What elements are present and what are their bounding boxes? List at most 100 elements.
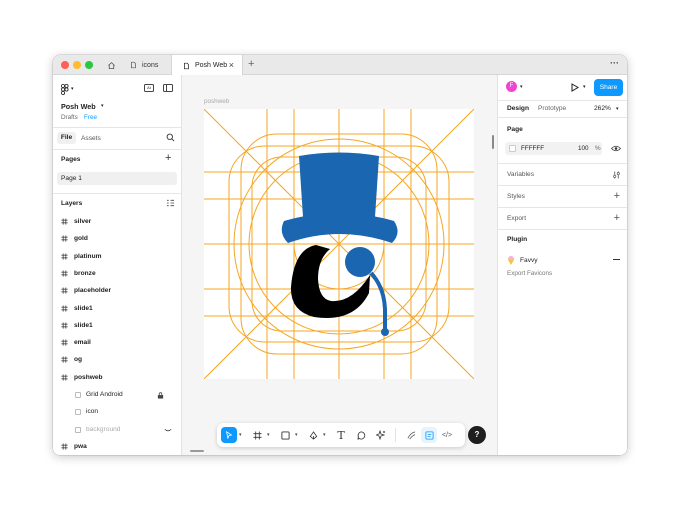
eye-icon[interactable]	[611, 145, 621, 152]
share-button[interactable]: Share	[594, 79, 623, 96]
shape-tool-button[interactable]	[277, 427, 293, 443]
page-section-title: Page	[507, 126, 523, 133]
plugin-name[interactable]: Favvy	[520, 257, 538, 264]
toggle-sidebar-icon[interactable]	[163, 84, 173, 92]
drafts-label[interactable]: Drafts	[61, 114, 78, 121]
tab-assets[interactable]: Assets	[81, 135, 101, 142]
tab-icons[interactable]: icons	[119, 55, 171, 75]
remove-plugin-button[interactable]	[613, 259, 620, 261]
comment-tool-button[interactable]	[353, 427, 369, 443]
title-bar: icons Posh Web × + ···	[53, 55, 627, 76]
lock-icon[interactable]	[157, 392, 164, 399]
chevron-down-icon[interactable]: ▾	[267, 432, 270, 438]
dev-mode-button[interactable]: </>	[439, 427, 455, 443]
draw-mode-button[interactable]	[403, 427, 419, 443]
layer-row[interactable]: placeholder	[53, 283, 182, 300]
layers-title: Layers	[61, 200, 83, 207]
layer-row[interactable]: poshweb	[53, 370, 182, 387]
layer-row[interactable]: slide1	[53, 318, 182, 335]
layer-row[interactable]: bronze	[53, 266, 182, 283]
styles-label[interactable]: Styles	[507, 193, 525, 200]
toolbar-divider	[395, 428, 396, 442]
pen-tool-button[interactable]	[305, 427, 321, 443]
maximize-window-button[interactable]	[85, 61, 93, 69]
frame-hash-icon	[61, 287, 68, 294]
layer-row[interactable]: icon	[53, 404, 182, 421]
layer-label: og	[74, 356, 83, 364]
help-button[interactable]: ?	[468, 426, 486, 444]
chevron-down-icon[interactable]: ▾	[239, 432, 242, 438]
variables-label[interactable]: Variables	[507, 171, 534, 178]
divider	[498, 207, 627, 208]
text-tool-button[interactable]: T	[333, 427, 349, 443]
layer-label: placeholder	[74, 287, 112, 295]
file-name[interactable]: Posh Web	[61, 102, 96, 111]
layer-row[interactable]: pwa	[53, 439, 182, 455]
frame-hash-icon	[61, 356, 68, 363]
export-label[interactable]: Export	[507, 215, 526, 222]
code-icon: </>	[441, 431, 453, 439]
monocle-shape	[345, 247, 375, 277]
layer-row[interactable]: slide1	[53, 301, 182, 318]
chevron-down-icon[interactable]: ▾	[323, 432, 326, 438]
chevron-down-icon[interactable]: ▾	[295, 432, 298, 438]
design-mode-button[interactable]	[421, 427, 437, 443]
chevron-down-icon[interactable]: ▾	[583, 84, 586, 90]
chevron-down-icon[interactable]: ▾	[101, 103, 104, 109]
tab-posh-web[interactable]: Posh Web ×	[171, 55, 243, 76]
variables-icon[interactable]	[612, 171, 621, 179]
move-tool-button[interactable]	[221, 427, 237, 443]
frame-label[interactable]: poshweb	[204, 98, 229, 105]
tab-file[interactable]: File	[57, 132, 76, 144]
zoom-level[interactable]: 262%	[594, 105, 611, 112]
canvas[interactable]: poshweb ▾ ▾ ▾ ▾ T </> ?	[182, 75, 497, 455]
android-grid	[204, 109, 474, 379]
horizontal-scrollbar[interactable]	[190, 450, 204, 452]
layer-label: slide1	[74, 321, 93, 329]
layer-row[interactable]: platinum	[53, 249, 182, 266]
tab-design[interactable]: Design	[507, 105, 529, 112]
tab-home[interactable]	[97, 55, 119, 75]
figma-logo-icon[interactable]	[61, 84, 69, 95]
poshweb-frame[interactable]	[204, 109, 474, 379]
ai-icon[interactable]: AI	[144, 84, 154, 92]
search-icon[interactable]	[166, 133, 175, 142]
layer-row[interactable]: og	[53, 352, 182, 369]
minimize-window-button[interactable]	[73, 61, 81, 69]
add-style-button[interactable]: +	[614, 191, 620, 202]
frame-tool-button[interactable]	[249, 427, 265, 443]
text-icon: T	[337, 428, 345, 442]
hidden-eye-icon[interactable]	[164, 428, 172, 433]
chevron-down-icon[interactable]: ▾	[520, 84, 523, 90]
page-color-hex[interactable]: FFFFFF	[521, 145, 544, 152]
vertical-scrollbar[interactable]	[492, 135, 494, 149]
more-options-icon[interactable]: ···	[610, 58, 619, 68]
close-tab-icon[interactable]: ×	[229, 60, 234, 70]
layer-row[interactable]: email	[53, 335, 182, 352]
close-window-button[interactable]	[61, 61, 69, 69]
layers-list-icon[interactable]	[166, 199, 175, 207]
add-export-button[interactable]: +	[614, 213, 620, 224]
right-panel: F ▾ ▾ Share Design Prototype 262% ▾ Page…	[497, 75, 627, 455]
page-row-selected[interactable]: Page 1	[57, 172, 177, 185]
layer-row[interactable]: silver	[53, 214, 182, 231]
frame-hash-icon	[61, 235, 68, 242]
chevron-down-icon[interactable]: ▾	[616, 106, 619, 112]
present-play-icon[interactable]	[571, 83, 579, 92]
frame-hash-icon	[61, 322, 68, 329]
page-color-field[interactable]: FFFFFF 100 %	[505, 142, 602, 155]
add-page-button[interactable]: +	[165, 152, 171, 164]
actions-tool-button[interactable]	[373, 427, 389, 443]
tab-prototype[interactable]: Prototype	[538, 105, 566, 112]
layer-row[interactable]: background	[53, 422, 182, 439]
new-tab-button[interactable]: +	[248, 58, 254, 70]
color-swatch[interactable]	[509, 145, 516, 152]
avatar[interactable]: F	[506, 81, 517, 92]
layer-frame-icon	[75, 426, 81, 433]
chevron-down-icon[interactable]: ▾	[71, 86, 74, 92]
plan-badge[interactable]: Free	[84, 114, 97, 121]
page-opacity[interactable]: 100	[578, 145, 589, 152]
layer-row[interactable]: gold	[53, 231, 182, 248]
home-icon	[108, 61, 115, 69]
layer-row[interactable]: Grid Android	[53, 387, 182, 404]
